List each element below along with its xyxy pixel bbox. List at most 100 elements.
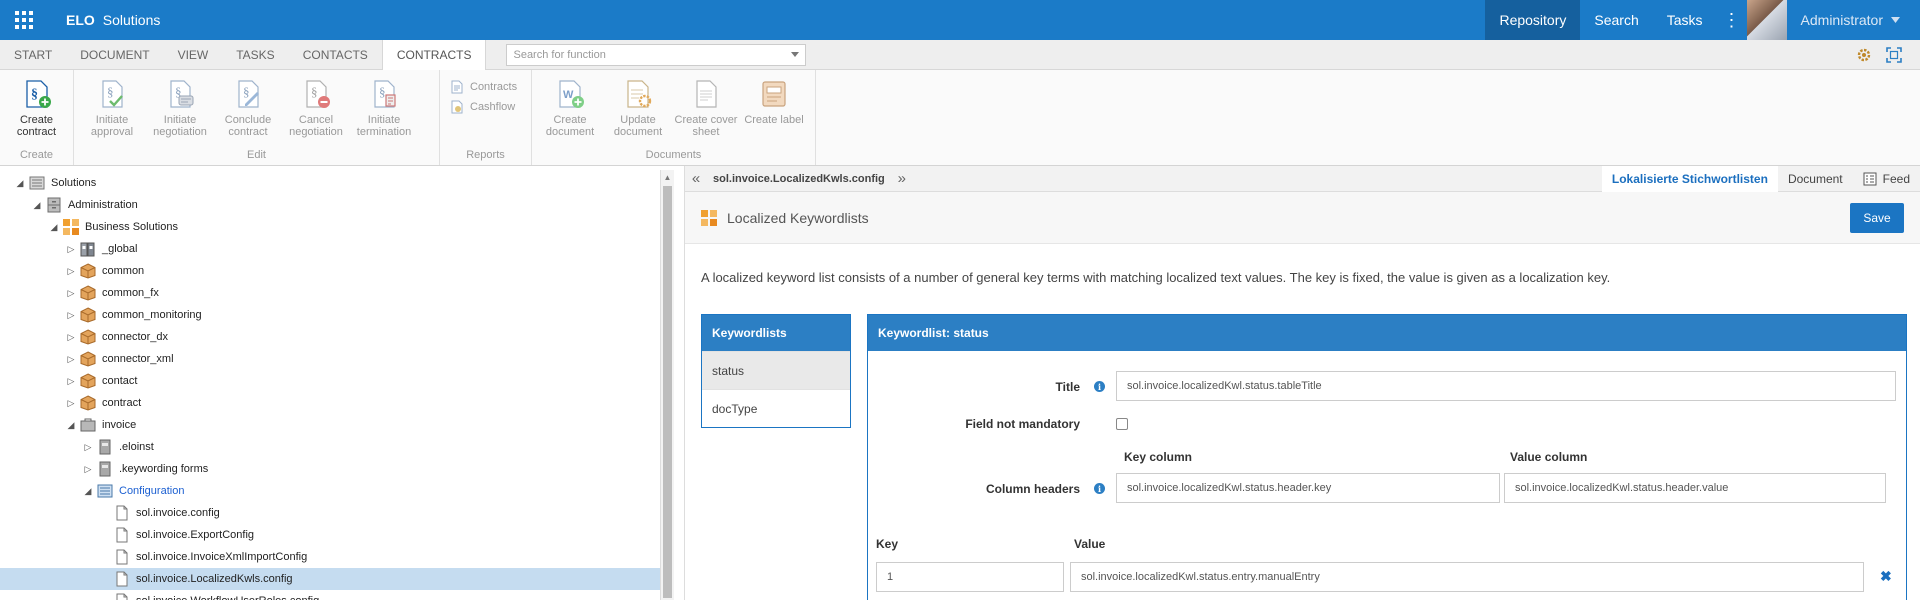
tree-node[interactable]: ◢ invoice <box>0 414 660 436</box>
tree-node[interactable]: ▷ contact <box>0 370 660 392</box>
tree-node[interactable]: sol.invoice.InvoiceXmlImportConfig <box>0 546 660 568</box>
collapse-toggle-icon[interactable]: ◢ <box>65 420 77 431</box>
tree-node[interactable]: sol.invoice.LocalizedKwls.config <box>0 568 660 590</box>
collapse-toggle-icon[interactable]: ◢ <box>48 222 60 233</box>
column-headers-info-icon[interactable]: i <box>1094 483 1105 494</box>
tree-node[interactable]: ◢ Business Solutions <box>0 216 660 238</box>
tree-node[interactable]: ◢ Administration <box>0 194 660 216</box>
expand-toggle-icon[interactable]: ▷ <box>65 376 77 387</box>
tree-node[interactable]: ▷ _global <box>0 238 660 260</box>
expand-right-icon[interactable]: » <box>891 170 913 187</box>
collapse-toggle-icon[interactable]: ◢ <box>82 486 94 497</box>
function-search-placeholder: Search for function <box>513 48 606 61</box>
nav-repository[interactable]: Repository <box>1485 0 1581 40</box>
create-contract-button[interactable]: § Create contract <box>6 78 67 138</box>
expand-toggle-icon[interactable]: ▷ <box>82 442 94 453</box>
tree-node-label: common_monitoring <box>102 309 202 321</box>
keywordlist-detail: Keywordlist: status Title i sol.invoice.… <box>867 314 1907 600</box>
tree-node-label: sol.invoice.config <box>136 507 220 519</box>
title-label: Title <box>1055 380 1080 394</box>
ribbon-group-documents: W Create document Update document Create… <box>532 70 816 165</box>
title-info-icon[interactable]: i <box>1094 381 1105 392</box>
create-cover-sheet-button[interactable]: Create cover sheet <box>674 78 738 138</box>
tree-scrollbar[interactable]: ▲ <box>660 170 674 600</box>
expand-toggle-icon[interactable]: ▷ <box>65 266 77 277</box>
cashflow-report-button[interactable]: Cashflow <box>450 100 530 114</box>
tree-node[interactable]: ▷ common_monitoring <box>0 304 660 326</box>
conclude-contract-button[interactable]: § Conclude contract <box>216 78 280 138</box>
tab-feed[interactable]: Feed <box>1853 166 1920 192</box>
entry-value-field[interactable]: sol.invoice.localizedKwl.status.entry.ma… <box>1070 562 1864 592</box>
user-menu[interactable]: Administrator <box>1787 0 1920 40</box>
value-column-field[interactable]: sol.invoice.localizedKwl.status.header.v… <box>1504 473 1886 503</box>
create-label-label: Create label <box>744 114 804 126</box>
package-icon <box>77 307 102 323</box>
tree-node-label: sol.invoice.LocalizedKwls.config <box>136 573 293 585</box>
tab-view[interactable]: VIEW <box>164 40 223 70</box>
conclude-icon: § <box>238 80 259 108</box>
update-document-button[interactable]: Update document <box>606 78 670 138</box>
collapse-left-icon[interactable]: « <box>685 170 707 187</box>
avatar[interactable] <box>1746 0 1787 40</box>
tab-localized-keywordlists[interactable]: Lokalisierte Stichwortlisten <box>1601 165 1778 192</box>
expand-toggle-icon[interactable]: ▷ <box>65 354 77 365</box>
tree-node[interactable]: ▷ .eloinst <box>0 436 660 458</box>
cancel-negotiation-button[interactable]: § Cancel negotiation <box>284 78 348 138</box>
tree-node[interactable]: sol.invoice.WorkflowUserRoles.config <box>0 590 660 600</box>
tree-node[interactable]: sol.invoice.ExportConfig <box>0 524 660 546</box>
tree-node[interactable]: ▷ connector_dx <box>0 326 660 348</box>
create-cover-sheet-label: Create cover sheet <box>674 114 738 138</box>
scroll-up-icon[interactable]: ▲ <box>661 170 674 184</box>
update-document-label: Update document <box>613 114 663 138</box>
expand-toggle-icon[interactable]: ▷ <box>65 288 77 299</box>
keywordlist-item-status[interactable]: status <box>702 351 850 389</box>
scroll-thumb[interactable] <box>663 186 672 598</box>
title-field[interactable]: sol.invoice.localizedKwl.status.tableTit… <box>1116 371 1896 401</box>
tab-contacts[interactable]: CONTACTS <box>289 40 382 70</box>
collapse-toggle-icon[interactable]: ◢ <box>31 200 43 211</box>
expand-toggle-icon[interactable]: ▷ <box>82 464 94 475</box>
expand-toggle-icon[interactable]: ▷ <box>65 398 77 409</box>
initiate-negotiation-button[interactable]: § Initiate negotiation <box>148 78 212 138</box>
tree-node[interactable]: sol.invoice.config <box>0 502 660 524</box>
app-launcher-icon[interactable] <box>0 0 48 40</box>
remove-entry-icon[interactable]: ✖ <box>1880 568 1892 585</box>
tab-start[interactable]: START <box>0 40 66 70</box>
termination-icon: § <box>374 80 396 108</box>
brand-name: ELO <box>66 12 95 28</box>
tree-node[interactable]: ◢ Configuration <box>0 480 660 502</box>
create-label-button[interactable]: Create label <box>742 78 806 138</box>
contracts-report-button[interactable]: Contracts <box>450 80 530 94</box>
function-search-input[interactable]: Search for function <box>506 43 807 66</box>
tab-contracts[interactable]: CONTRACTS <box>381 39 487 71</box>
field-not-mandatory-checkbox[interactable] <box>1116 418 1128 430</box>
nav-search[interactable]: Search <box>1580 0 1652 40</box>
tree-node[interactable]: ▷ .keywording forms <box>0 458 660 480</box>
tab-tasks[interactable]: TASKS <box>222 40 288 70</box>
tree-node-label: contract <box>102 397 142 409</box>
entry-key-field[interactable]: 1 <box>876 562 1064 592</box>
ribbon-settings-icon[interactable] <box>1856 47 1872 63</box>
initiate-approval-button[interactable]: § Initiate approval <box>80 78 144 138</box>
collapse-toggle-icon[interactable]: ◢ <box>14 178 26 189</box>
expand-toggle-icon[interactable]: ▷ <box>65 244 77 255</box>
tree-node[interactable]: ▷ connector_xml <box>0 348 660 370</box>
tree-node[interactable]: ▷ common_fx <box>0 282 660 304</box>
tree-node-label: common <box>102 265 145 277</box>
tree-node[interactable]: ▷ common <box>0 260 660 282</box>
fullscreen-icon[interactable] <box>1886 46 1902 63</box>
expand-toggle-icon[interactable]: ▷ <box>65 310 77 321</box>
create-document-button[interactable]: W Create document <box>538 78 602 138</box>
tab-document[interactable]: DOCUMENT <box>66 40 163 70</box>
keywordlist-item-doctype[interactable]: docType <box>702 389 850 427</box>
tree-node[interactable]: ◢ Solutions <box>0 172 660 194</box>
save-button[interactable]: Save <box>1850 202 1904 233</box>
expand-toggle-icon[interactable]: ▷ <box>65 332 77 343</box>
nav-tasks[interactable]: Tasks <box>1653 0 1717 40</box>
tab-document-view[interactable]: Document <box>1778 166 1853 192</box>
key-column-field[interactable]: sol.invoice.localizedKwl.status.header.k… <box>1116 473 1500 503</box>
more-menu-icon[interactable]: ⋮ <box>1717 0 1747 40</box>
tree-node[interactable]: ▷ contract <box>0 392 660 414</box>
initiate-termination-button[interactable]: § Initiate termination <box>352 78 416 138</box>
keywordlists-header: Keywordlists <box>702 315 850 351</box>
